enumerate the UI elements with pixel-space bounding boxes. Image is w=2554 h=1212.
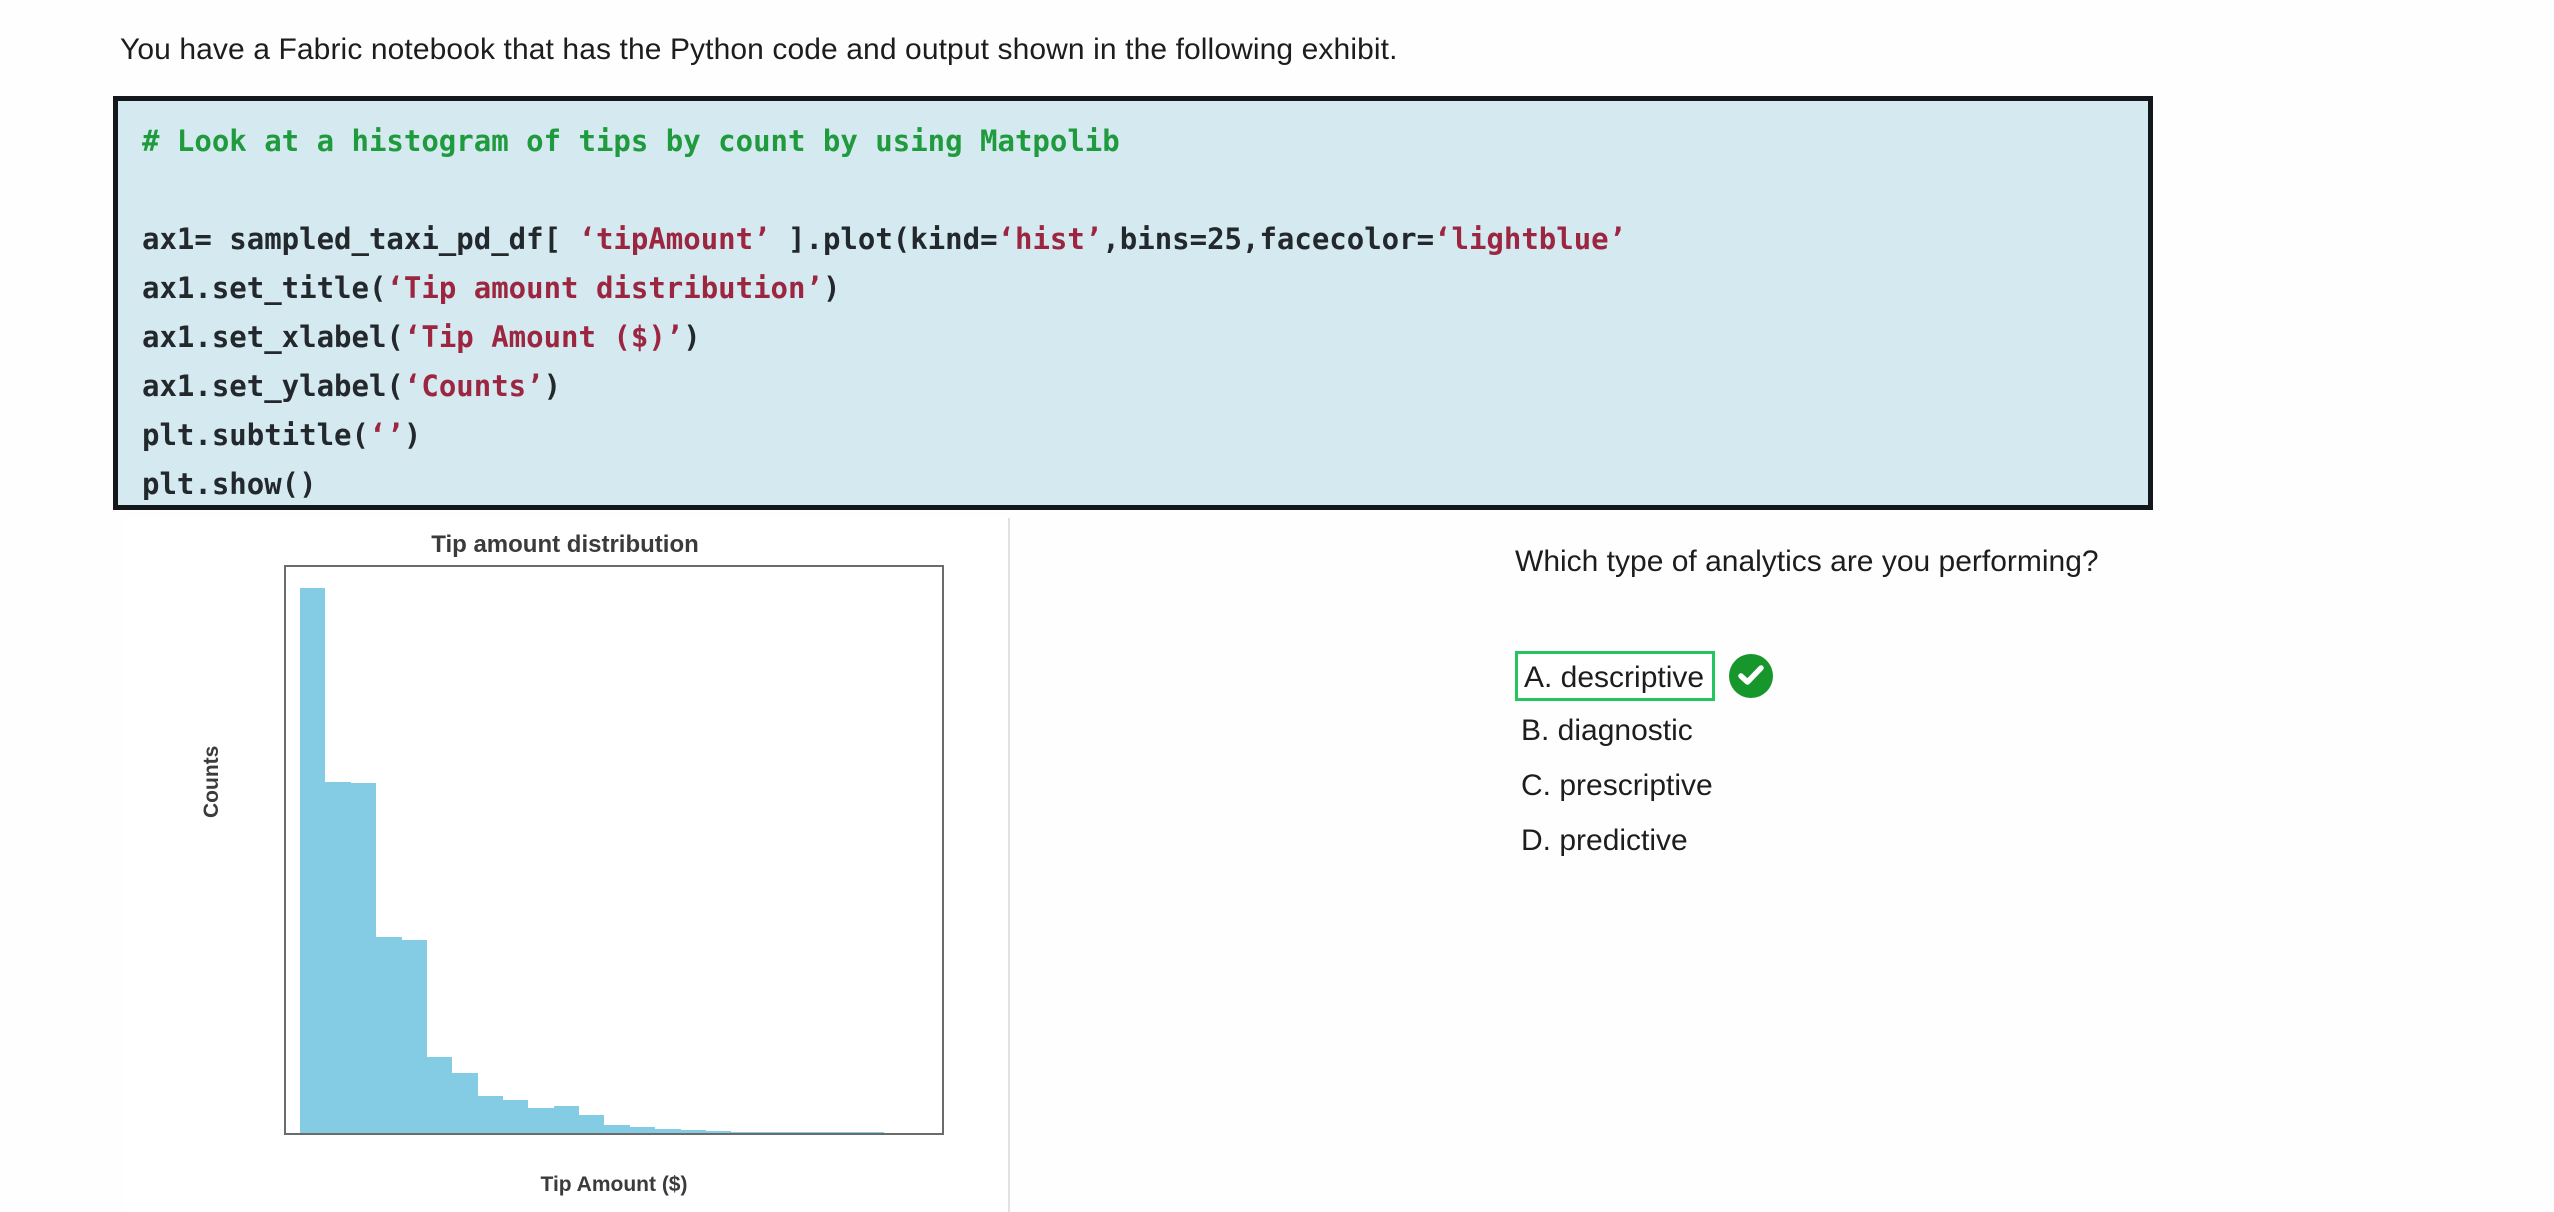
y-axis-tick-label: 800 — [286, 626, 287, 629]
code-line-set-title: ax1.set_title(‘Tip amount distribution’) — [142, 264, 2148, 313]
histogram-bar — [300, 588, 326, 1133]
y-axis-tick-label: 400 — [286, 879, 287, 882]
x-axis-tick-label: 0 — [295, 1133, 306, 1135]
code-line-set-ylabel: ax1.set_ylabel(‘Counts’) — [142, 362, 2148, 411]
x-axis-tick-label: 5 — [412, 1133, 423, 1135]
y-axis-tick-label: 600 — [286, 753, 287, 755]
chart-x-axis-label: Tip Amount ($) — [540, 1173, 688, 1196]
python-code-block: # Look at a histogram of tips by count b… — [113, 96, 2153, 510]
x-axis-tick-label: 10 — [524, 1133, 546, 1135]
histogram-bar — [680, 1130, 706, 1133]
chart-y-axis-label: Counts — [200, 745, 223, 818]
answer-option-a[interactable]: A. descriptive — [1515, 648, 1774, 703]
code-xlabel-part2: ) — [683, 320, 701, 354]
code-ylabel-string: ‘Counts’ — [403, 369, 544, 403]
code-subtitle-part1: plt.subtitle( — [142, 418, 369, 452]
answer-options-list: A. descriptive B. diagnostic C. prescripti… — [1515, 648, 1774, 868]
histogram-bar — [604, 1125, 630, 1133]
histogram-bar — [325, 781, 351, 1133]
code-line-set-xlabel: ax1.set_xlabel(‘Tip Amount ($)’) — [142, 313, 2148, 362]
histogram-bar — [705, 1131, 732, 1133]
histogram-bar — [731, 1131, 757, 1133]
code-subtitle-part2: ) — [403, 418, 422, 452]
histogram-bar — [807, 1132, 833, 1133]
answer-option-label[interactable]: C. prescriptive — [1515, 758, 1713, 813]
code-subtitle-string: ‘’ — [368, 418, 404, 452]
histogram-bars — [286, 567, 942, 1133]
code-plot-string-lightblue: ‘lightblue’ — [1434, 222, 1627, 256]
exam-question-page: You have a Fabric notebook that has the … — [0, 0, 2554, 1212]
chart-title: Tip amount distribution — [431, 531, 699, 558]
histogram-bar — [426, 1057, 453, 1133]
code-plot-part2: ].plot(kind= — [770, 222, 998, 256]
answer-option-d[interactable]: D. predictive — [1515, 813, 1773, 868]
answer-option-b[interactable]: B. diagnostic — [1515, 703, 1773, 758]
histogram-bar — [376, 936, 402, 1133]
check-circle-icon — [1729, 653, 1774, 698]
code-xlabel-part1: ax1.set_xlabel( — [142, 320, 404, 354]
code-line-plot: ax1= sampled_taxi_pd_df[ ‘tipAmount’ ].p… — [142, 215, 2148, 264]
code-plot-part3: ,bins=25,facecolor= — [1102, 222, 1435, 256]
question-text: Which type of analytics are you performi… — [1515, 545, 2099, 578]
answer-option-label[interactable]: A. descriptive — [1515, 650, 1716, 701]
histogram-bar — [350, 783, 377, 1133]
histogram-bar — [782, 1132, 808, 1133]
x-axis-tick-label: 20 — [759, 1133, 781, 1135]
x-axis-tick-label: 25 — [876, 1133, 898, 1135]
code-line-comment: # Look at a histogram of tips by count b… — [142, 117, 2148, 166]
intro-text: You have a Fabric notebook that has the … — [120, 33, 1398, 66]
y-axis-tick-label: 200 — [286, 1006, 287, 1009]
y-axis-tick-label: 0 — [284, 1122, 286, 1136]
code-line-subtitle: plt.subtitle(‘’) — [142, 411, 2148, 460]
histogram-bar — [452, 1072, 478, 1133]
code-title-part2: ) — [822, 271, 841, 305]
answer-option-c[interactable]: C. prescriptive — [1515, 758, 1773, 813]
code-plot-string-hist: ‘hist’ — [997, 222, 1103, 256]
code-ylabel-part2: ) — [543, 369, 562, 403]
code-ylabel-part1: ax1.set_ylabel( — [142, 369, 404, 403]
code-plot-string-tipamount: ‘tipAmount’ — [578, 222, 771, 256]
histogram-bar — [832, 1132, 859, 1133]
histogram-bar — [503, 1100, 529, 1133]
histogram-bar — [528, 1107, 554, 1133]
x-axis-tick-label: 15 — [641, 1133, 663, 1135]
histogram-bar — [401, 939, 427, 1133]
code-line-show: plt.show() — [142, 467, 317, 501]
histogram-bar — [553, 1106, 580, 1133]
histogram-plot-area: 0 200 400 600 800 0 5 10 15 20 25 — [284, 565, 944, 1135]
chart-output-panel: Tip amount distribution Counts 020040060… — [122, 518, 1010, 1212]
code-xlabel-string: ‘Tip Amount ($)’ — [403, 320, 684, 354]
code-title-string: ‘Tip amount distribution’ — [386, 271, 823, 305]
histogram-bar — [579, 1115, 605, 1133]
answer-option-label[interactable]: D. predictive — [1515, 813, 1688, 868]
histogram-bar — [477, 1096, 504, 1133]
answer-option-label[interactable]: B. diagnostic — [1515, 703, 1693, 758]
code-plot-part1: ax1= sampled_taxi_pd_df[ — [142, 222, 579, 256]
code-title-part1: ax1.set_title( — [142, 271, 387, 305]
code-comment: # Look at a histogram of tips by count b… — [142, 124, 1120, 158]
